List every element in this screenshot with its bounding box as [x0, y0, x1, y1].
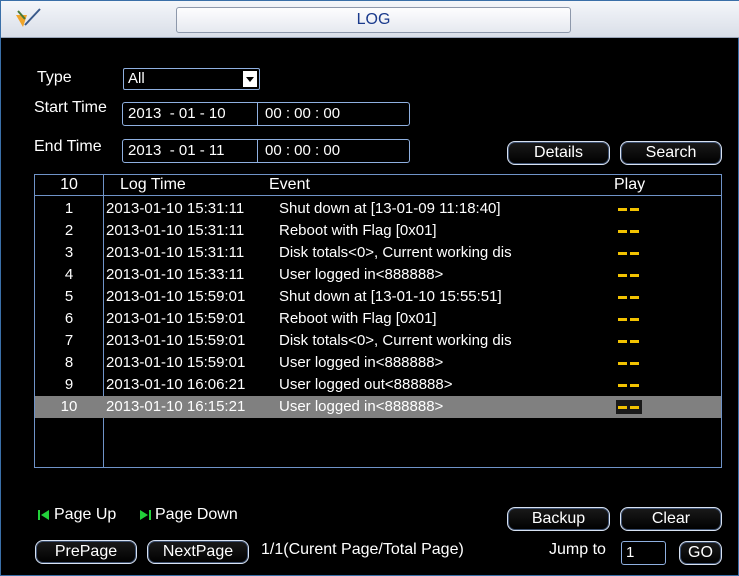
play-icon[interactable]	[618, 242, 642, 263]
play-icon[interactable]	[618, 286, 642, 307]
table-row[interactable]: 4 2013-01-10 15:33:11 User logged in<888…	[35, 264, 721, 286]
row-log-time: 2013-01-10 16:15:21	[106, 398, 246, 415]
play-icon[interactable]	[618, 308, 642, 329]
table-row[interactable]: 3 2013-01-10 15:31:11 Disk totals<0>, Cu…	[35, 242, 721, 264]
header-count: 10	[60, 176, 78, 193]
play-icon[interactable]	[616, 396, 642, 417]
page-down-icon	[140, 509, 151, 520]
backup-button[interactable]: Backup	[507, 507, 610, 531]
row-number: 7	[64, 332, 74, 349]
next-page-button[interactable]: NextPage	[147, 540, 249, 564]
page-up-label: Page Up	[54, 506, 117, 523]
row-event: Shut down at [13-01-10 15:55:51]	[279, 288, 502, 305]
row-number: 9	[64, 376, 74, 393]
title-bar: LOG	[1, 1, 739, 38]
row-log-time: 2013-01-10 15:59:01	[106, 332, 246, 349]
row-log-time: 2013-01-10 15:31:11	[106, 200, 245, 217]
end-date-value[interactable]: 2013 - 01 - 11	[123, 140, 258, 162]
row-log-time: 2013-01-10 16:06:21	[106, 376, 246, 393]
row-event: Reboot with Flag [0x01]	[279, 222, 437, 239]
table-row[interactable]: 1 2013-01-10 15:31:11 Shut down at [13-0…	[35, 198, 721, 220]
jump-to-label: Jump to	[549, 541, 606, 558]
go-button[interactable]: GO	[679, 541, 722, 565]
prev-page-button[interactable]: PrePage	[35, 540, 137, 564]
row-log-time: 2013-01-10 15:33:11	[106, 266, 245, 283]
end-time-label: End Time	[34, 138, 102, 155]
details-button[interactable]: Details	[507, 141, 610, 165]
play-icon[interactable]	[618, 198, 642, 219]
table-row[interactable]: 8 2013-01-10 15:59:01 User logged in<888…	[35, 352, 721, 374]
log-window: LOG Type All Start Time 2013 - 01 - 10 0…	[0, 0, 739, 576]
page-down-label: Page Down	[155, 506, 238, 523]
table-row[interactable]: 2 2013-01-10 15:31:11 Reboot with Flag […	[35, 220, 721, 242]
row-log-time: 2013-01-10 15:59:01	[106, 288, 246, 305]
row-event: User logged in<888888>	[279, 266, 444, 283]
table-row[interactable]: 6 2013-01-10 15:59:01 Reboot with Flag […	[35, 308, 721, 330]
play-icon[interactable]	[618, 220, 642, 241]
table-row-selected[interactable]: 10 2013-01-10 16:15:21 User logged in<88…	[35, 396, 721, 418]
search-button[interactable]: Search	[620, 141, 722, 165]
page-down-link[interactable]: Page Down	[139, 506, 238, 524]
row-event: Shut down at [13-01-09 11:18:40]	[279, 200, 501, 217]
table-row[interactable]: 9 2013-01-10 16:06:21 User logged out<88…	[35, 374, 721, 396]
page-up-icon	[38, 509, 49, 520]
row-number: 4	[64, 266, 74, 283]
start-time-label: Start Time	[34, 99, 107, 116]
log-table: 10 Log Time Event Play 1 2013-01-10 15:3…	[34, 174, 722, 468]
type-label: Type	[37, 69, 72, 86]
row-event: Disk totals<0>, Current working dis	[279, 244, 512, 261]
type-select[interactable]: All	[123, 68, 260, 90]
row-event: Disk totals<0>, Current working dis	[279, 332, 512, 349]
row-event: Reboot with Flag [0x01]	[279, 310, 437, 327]
row-number: 10	[60, 398, 78, 415]
clear-button[interactable]: Clear	[620, 507, 722, 531]
page-up-link[interactable]: Page Up	[38, 506, 116, 524]
play-icon[interactable]	[618, 374, 642, 395]
table-header: 10 Log Time Event Play	[35, 175, 721, 196]
row-number: 5	[64, 288, 74, 305]
app-logo-icon	[16, 8, 41, 27]
row-event: User logged in<888888>	[279, 354, 444, 371]
header-play: Play	[614, 176, 646, 193]
row-number: 6	[64, 310, 74, 327]
table-row[interactable]: 7 2013-01-10 15:59:01 Disk totals<0>, Cu…	[35, 330, 721, 352]
table-row[interactable]: 5 2013-01-10 15:59:01 Shut down at [13-0…	[35, 286, 721, 308]
end-time-field[interactable]: 2013 - 01 - 11 00 : 00 : 00	[122, 139, 410, 163]
end-time-value[interactable]: 00 : 00 : 00	[259, 140, 340, 162]
header-event: Event	[269, 176, 310, 193]
row-log-time: 2013-01-10 15:31:11	[106, 222, 245, 239]
play-icon[interactable]	[618, 330, 642, 351]
chevron-down-icon[interactable]	[243, 71, 257, 87]
row-number: 1	[64, 200, 74, 217]
page-info: 1/1(Curent Page/Total Page)	[261, 541, 464, 558]
play-icon[interactable]	[618, 264, 642, 285]
jump-page-input[interactable]: 1	[621, 541, 666, 565]
row-log-time: 2013-01-10 15:59:01	[106, 354, 246, 371]
header-log-time: Log Time	[120, 176, 186, 193]
type-value: All	[128, 70, 145, 87]
play-icon[interactable]	[618, 352, 642, 373]
row-number: 8	[64, 354, 74, 371]
row-log-time: 2013-01-10 15:31:11	[106, 244, 245, 261]
row-event: User logged in<888888>	[279, 398, 444, 415]
row-number: 3	[64, 244, 74, 261]
row-event: User logged out<888888>	[279, 376, 453, 393]
row-number: 2	[64, 222, 74, 239]
row-log-time: 2013-01-10 15:59:01	[106, 310, 246, 327]
start-time-field[interactable]: 2013 - 01 - 10 00 : 00 : 00	[122, 102, 410, 126]
start-time-value[interactable]: 00 : 00 : 00	[259, 103, 340, 125]
start-date-value[interactable]: 2013 - 01 - 10	[123, 103, 258, 125]
page-title: LOG	[176, 7, 571, 33]
